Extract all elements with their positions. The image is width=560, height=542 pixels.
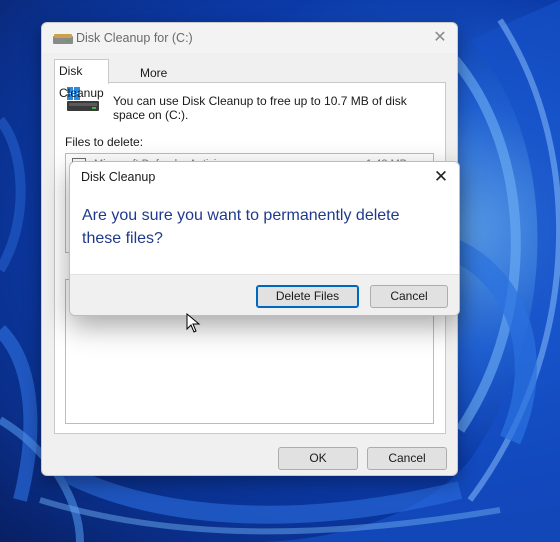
confirm-question: Are you sure you want to permanently del… (82, 207, 400, 247)
dialog-title: Disk Cleanup (81, 170, 156, 184)
files-to-delete-label: Files to delete: (65, 135, 144, 149)
dialog-footer: Delete Files Cancel (70, 274, 459, 315)
tab-disk-cleanup[interactable]: Disk Cleanup (54, 59, 109, 100)
close-icon[interactable]: ✕ (429, 27, 451, 49)
mouse-pointer-icon (186, 313, 201, 333)
delete-files-button[interactable]: Delete Files (256, 285, 359, 308)
window-title: Disk Cleanup for (C:) (76, 31, 193, 45)
confirm-dialog: Disk Cleanup ✕ Are you sure you want to … (69, 161, 460, 316)
disk-cleanup-icon (53, 34, 73, 44)
close-icon[interactable]: ✕ (429, 165, 453, 189)
ok-button[interactable]: OK (278, 447, 358, 470)
cancel-button[interactable]: Cancel (367, 447, 447, 470)
window-titlebar[interactable]: Disk Cleanup for (C:) ✕ (42, 23, 457, 53)
info-text: You can use Disk Cleanup to free up to 1… (113, 94, 407, 122)
dialog-cancel-button[interactable]: Cancel (370, 285, 448, 308)
tab-more-options[interactable]: More Options (136, 62, 185, 102)
